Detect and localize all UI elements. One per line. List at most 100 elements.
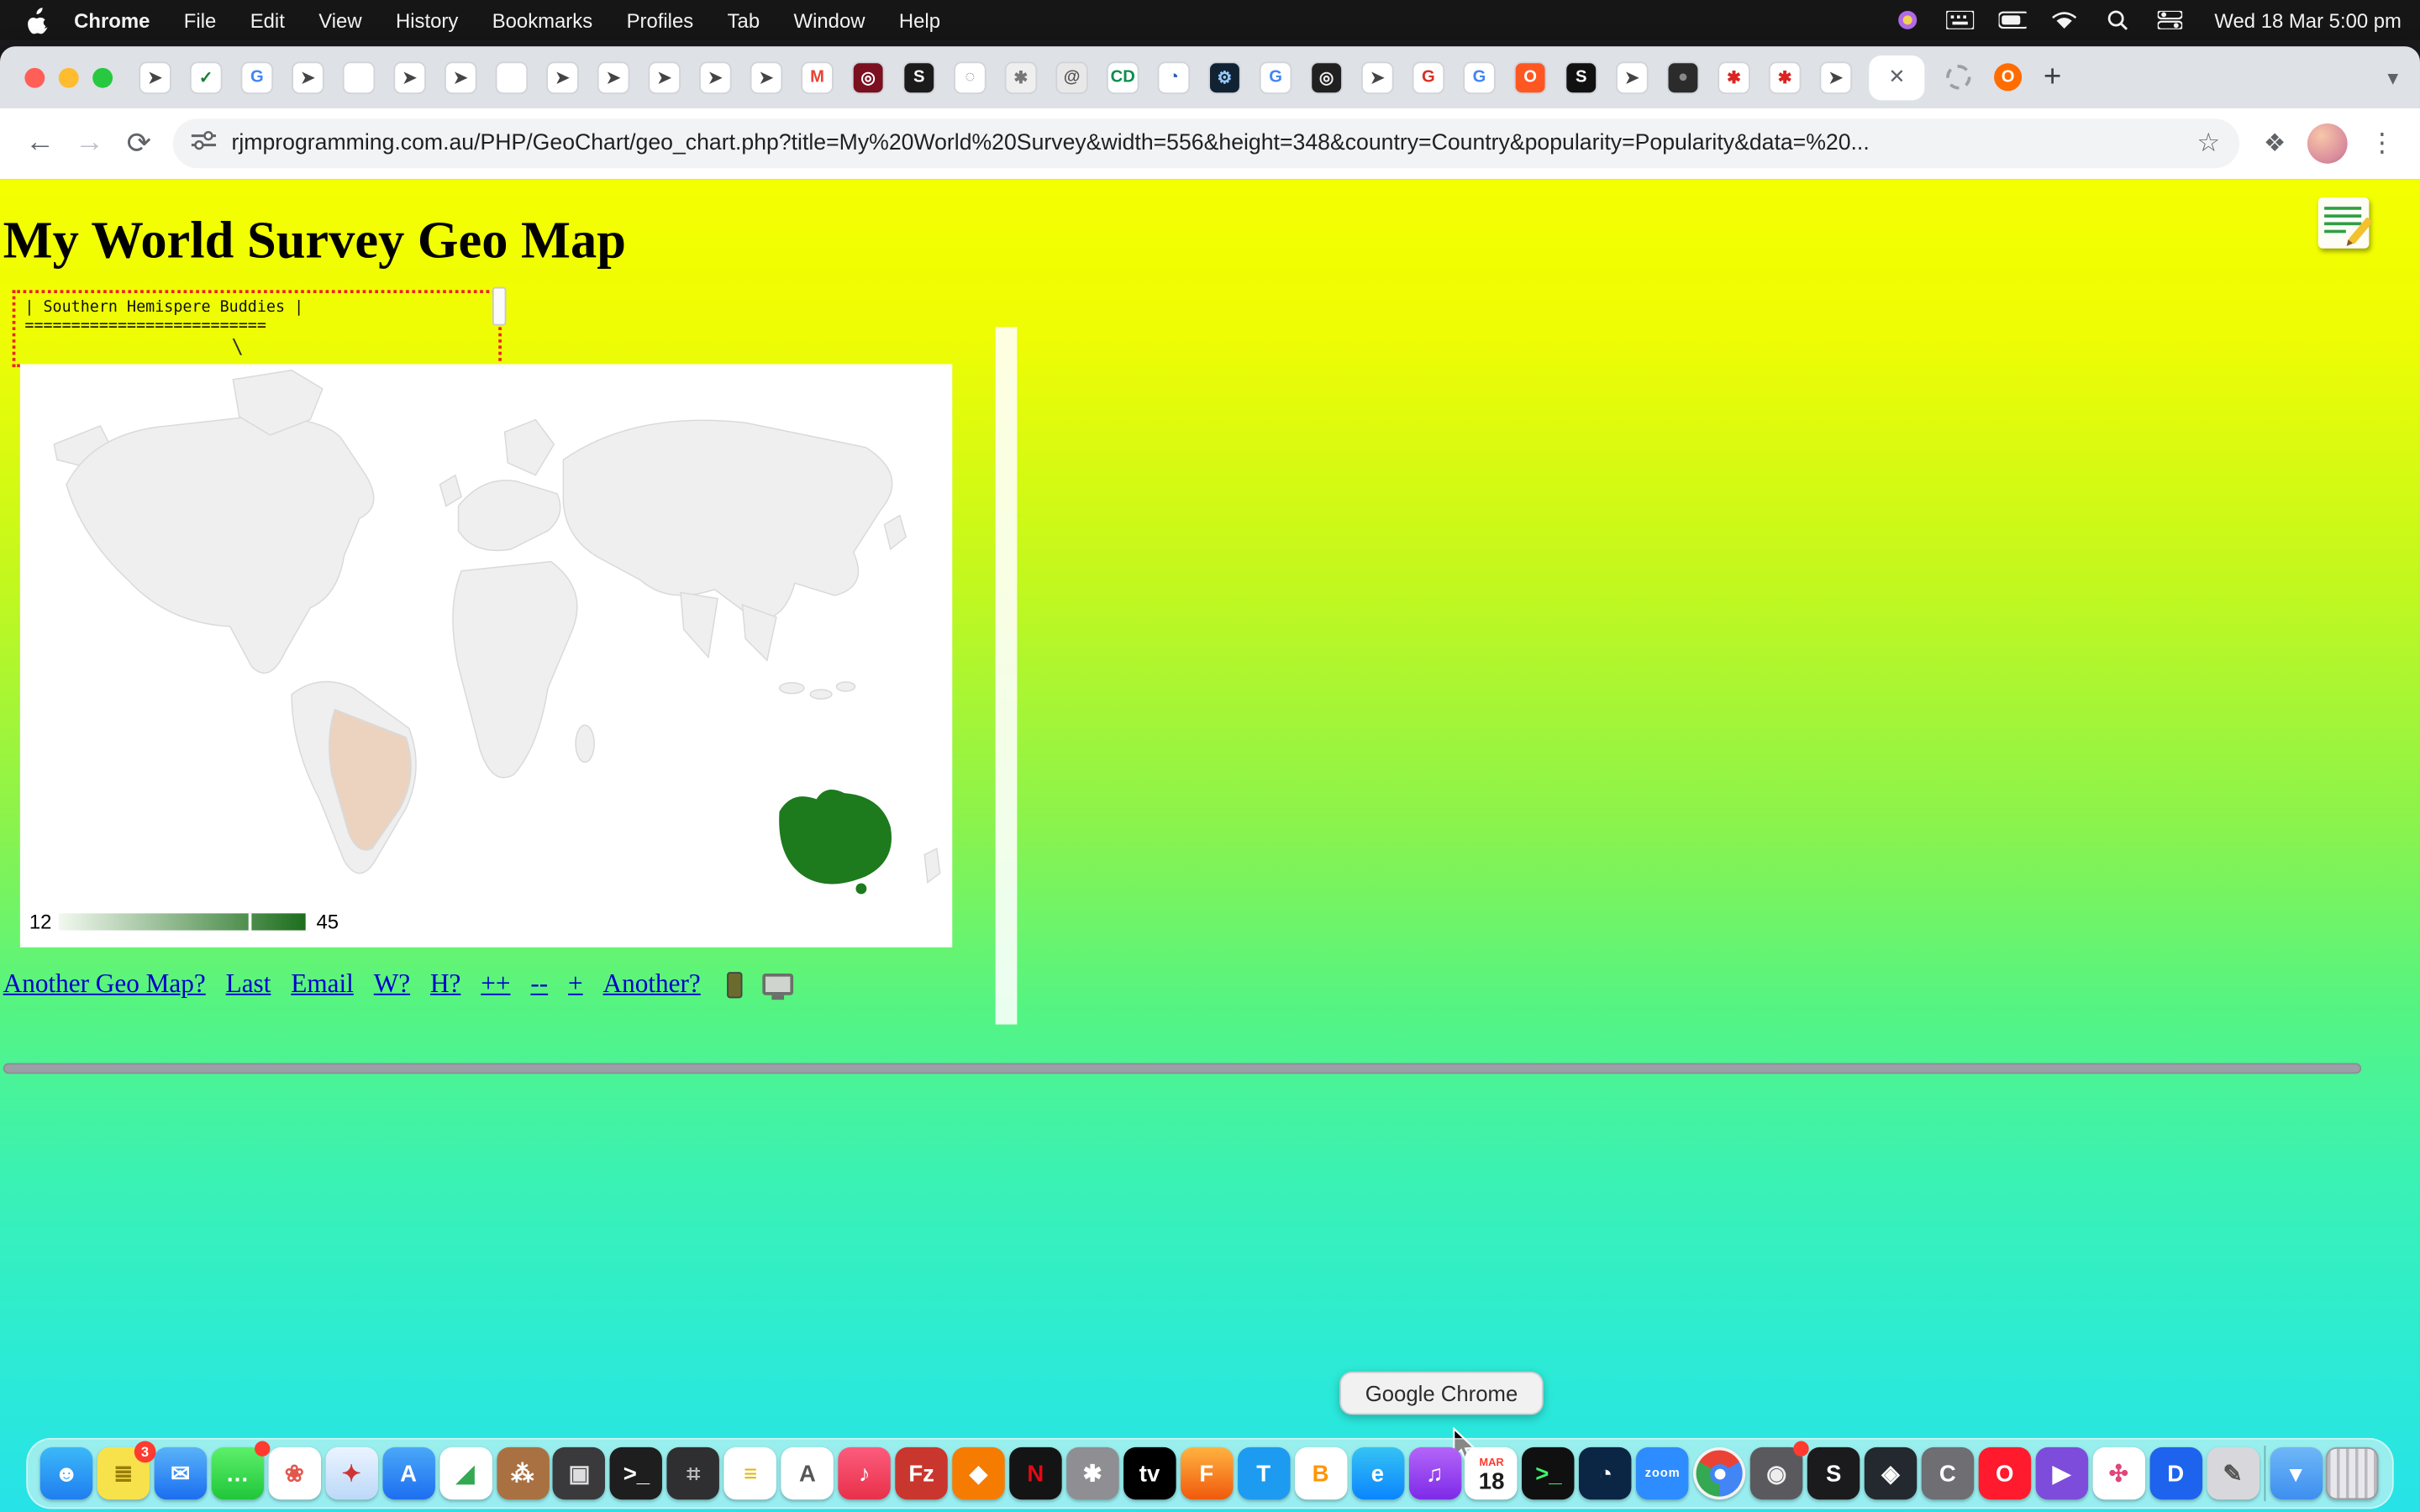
pinned-tab-24[interactable]: ➤: [1363, 62, 1392, 92]
pinned-tab-8[interactable]: ➤: [548, 62, 577, 92]
dock-item-trash[interactable]: [2327, 1447, 2379, 1499]
dock-item-zoom[interactable]: zoom: [1636, 1447, 1688, 1499]
region-indonesia-2[interactable]: [810, 690, 832, 699]
dock-item-terminal[interactable]: >_: [610, 1447, 662, 1499]
dock-item-books[interactable]: B: [1294, 1447, 1346, 1499]
geo-map[interactable]: [20, 364, 952, 895]
dock-item-maps[interactable]: ◢: [439, 1447, 492, 1499]
back-button[interactable]: ←: [15, 118, 65, 168]
dock-item-notes[interactable]: ≡: [724, 1447, 776, 1499]
dock-item-browser-e[interactable]: e: [1351, 1447, 1403, 1499]
dock-item-settings[interactable]: ✱: [1066, 1447, 1118, 1499]
dashed-circle-tab-icon[interactable]: [1946, 65, 1970, 89]
keyboard-icon[interactable]: [1946, 9, 1974, 31]
pinned-tab-23[interactable]: ◎: [1312, 62, 1341, 92]
dock-item-pets[interactable]: ⁂: [497, 1447, 549, 1499]
active-app-name[interactable]: Chrome: [74, 8, 150, 32]
menu-item-edit[interactable]: Edit: [250, 8, 285, 32]
pinned-tab-11[interactable]: ➤: [701, 62, 730, 92]
control-center-icon[interactable]: [2156, 9, 2184, 31]
bookmark-star-icon[interactable]: ☆: [2181, 128, 2220, 159]
pinned-tab-7[interactable]: [497, 62, 526, 92]
dock-item-stickies[interactable]: ≣3: [97, 1447, 150, 1499]
dock-item-netflix[interactable]: N: [1009, 1447, 1061, 1499]
pinned-tab-25[interactable]: G: [1413, 62, 1443, 92]
site-settings-icon[interactable]: [192, 129, 216, 158]
pinned-tab-30[interactable]: ●: [1669, 62, 1698, 92]
dock-item-firefox[interactable]: F: [1181, 1447, 1233, 1499]
dock-item-mail[interactable]: ✉: [154, 1447, 206, 1499]
dock-item-calendar[interactable]: MAR18: [1465, 1447, 1518, 1499]
new-tab-button[interactable]: +: [2044, 61, 2061, 92]
dock-item-paint[interactable]: ✎: [2207, 1447, 2259, 1499]
dock-item-apple-tv[interactable]: tv: [1123, 1447, 1176, 1499]
dock-item-clock-app[interactable]: ◔: [1580, 1447, 1632, 1499]
dock-item-textedit[interactable]: A: [781, 1447, 834, 1499]
pinned-tab-1[interactable]: ✓: [192, 62, 221, 92]
details-marker[interactable]: [492, 287, 507, 326]
pinned-tab-15[interactable]: S: [904, 62, 934, 92]
forward-button[interactable]: →: [65, 118, 114, 168]
menu-item-bookmarks[interactable]: Bookmarks: [492, 8, 592, 32]
pinned-tab-3[interactable]: ➤: [293, 62, 323, 92]
region-japan[interactable]: [884, 515, 906, 549]
address-bar[interactable]: rjmprogramming.com.au/PHP/GeoChart/geo_c…: [173, 118, 2239, 168]
reload-button[interactable]: ⟳: [114, 118, 164, 168]
colorful-status-icon[interactable]: [1893, 9, 1921, 31]
region-africa[interactable]: [453, 562, 577, 778]
dock-item-sketch[interactable]: S: [1807, 1447, 1860, 1499]
pinned-tab-14[interactable]: ◎: [854, 62, 883, 92]
search-icon[interactable]: [2103, 9, 2131, 31]
pinned-tab-18[interactable]: @: [1057, 62, 1086, 92]
country-australia[interactable]: [779, 790, 892, 884]
minimize-window-button[interactable]: [59, 67, 79, 87]
profile-avatar[interactable]: [2307, 123, 2348, 164]
pinned-tab-2[interactable]: G: [242, 62, 271, 92]
pinned-tab-29[interactable]: ➤: [1618, 62, 1647, 92]
monitor-icon[interactable]: [762, 974, 793, 995]
active-tab[interactable]: ✕: [1869, 55, 1924, 99]
pinned-tab-6[interactable]: ➤: [446, 62, 476, 92]
menu-item-file[interactable]: File: [184, 8, 216, 32]
extensions-icon[interactable]: ❖: [2264, 128, 2286, 159]
dock-item-pinwheel[interactable]: ✣: [2092, 1447, 2144, 1499]
dock-item-launchpad[interactable]: ⌗: [667, 1447, 719, 1499]
menu-item-history[interactable]: History: [396, 8, 458, 32]
page-link[interactable]: +: [568, 969, 583, 1000]
dock-item-messages[interactable]: …: [211, 1447, 263, 1499]
orange-tab-icon[interactable]: O: [1994, 63, 2022, 91]
page-link[interactable]: Email: [291, 969, 354, 1000]
dock-item-photo-booth[interactable]: ◉: [1750, 1447, 1802, 1499]
page-link[interactable]: H?: [430, 969, 460, 1000]
pinned-tab-0[interactable]: ➤: [140, 62, 170, 92]
menu-bar-clock[interactable]: Wed 18 Mar 5:00 pm: [2214, 8, 2402, 32]
dock-item-github[interactable]: ◈: [1865, 1447, 1917, 1499]
dock-item-orange-app[interactable]: ◆: [952, 1447, 1004, 1499]
pinned-tab-20[interactable]: ◔: [1159, 62, 1188, 92]
pinned-tab-22[interactable]: G: [1261, 62, 1291, 92]
pinned-tab-28[interactable]: S: [1566, 62, 1596, 92]
region-north-america[interactable]: [66, 417, 374, 673]
pinned-tab-16[interactable]: ◌: [955, 62, 985, 92]
dock-item-safari[interactable]: ✦: [325, 1447, 377, 1499]
horizontal-scrollbar-thumb[interactable]: [3, 1063, 2362, 1074]
region-india[interactable]: [681, 592, 718, 657]
pinned-tab-9[interactable]: ➤: [599, 62, 629, 92]
page-link[interactable]: Another?: [603, 969, 701, 1000]
dock-item-photos[interactable]: ❀: [268, 1447, 320, 1499]
dock-item-filezilla[interactable]: Fz: [895, 1447, 947, 1499]
pinned-tab-26[interactable]: G: [1465, 62, 1494, 92]
dock-item-music[interactable]: ♪: [839, 1447, 891, 1499]
pinned-tab-33[interactable]: ➤: [1821, 62, 1850, 92]
menu-item-profiles[interactable]: Profiles: [627, 8, 694, 32]
region-madagascar[interactable]: [576, 725, 594, 762]
menu-item-view[interactable]: View: [318, 8, 361, 32]
close-tab-icon[interactable]: ✕: [1888, 65, 1905, 89]
dock-item-podcasts[interactable]: ♫: [1408, 1447, 1460, 1499]
page-link[interactable]: --: [530, 969, 548, 1000]
dock-item-opera[interactable]: O: [1978, 1447, 2030, 1499]
pinned-tab-27[interactable]: O: [1516, 62, 1545, 92]
dock-item-finder[interactable]: ☻: [40, 1447, 92, 1499]
pinned-tab-17[interactable]: ✱: [1007, 62, 1036, 92]
close-window-button[interactable]: [24, 67, 45, 87]
